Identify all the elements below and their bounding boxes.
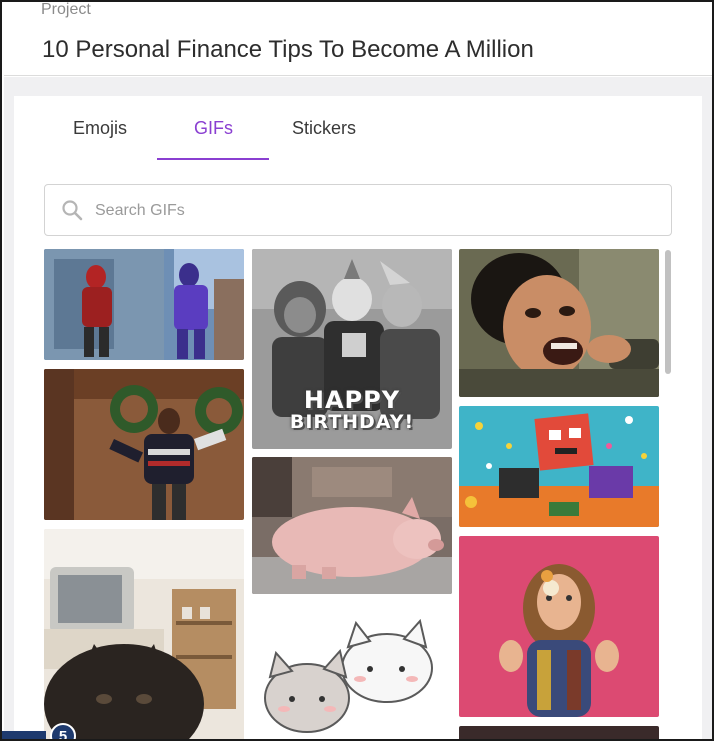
tab-stickers[interactable]: Stickers: [292, 118, 356, 162]
excited-man-gif: [459, 249, 659, 397]
confetti-robot-gif: [459, 406, 659, 527]
project-header: Project 10 Personal Finance Tips To Beco…: [4, 2, 712, 76]
search-icon: [61, 199, 83, 221]
gif-tile-cute-cats[interactable]: [252, 603, 452, 739]
superheroes-gif: [44, 249, 244, 360]
gif-tile-kitten-tv[interactable]: [44, 529, 244, 739]
woman-blowing-kiss-gif: [459, 536, 659, 717]
gif-caption-line1: HAPPY: [303, 386, 401, 414]
gif-grid-scrollbar[interactable]: [665, 250, 671, 374]
gif-tile-sleeping-pig[interactable]: [252, 457, 452, 594]
media-tabs: Emojis GIFs Stickers: [14, 96, 702, 162]
partial-gif: [459, 726, 659, 739]
tab-emojis[interactable]: Emojis: [73, 118, 127, 162]
badge-bar: [2, 731, 46, 739]
gif-tile-confetti-robot[interactable]: [459, 406, 659, 527]
page-badge: 5: [2, 723, 78, 739]
gif-caption-line2: BIRTHDAY!: [289, 411, 415, 433]
gif-tile-partial[interactable]: [459, 726, 659, 739]
gif-grid: HAPPY BIRTHDAY!: [14, 248, 702, 739]
dancing-man-sweater-gif: [44, 369, 244, 520]
gif-tile-happy-birthday[interactable]: HAPPY BIRTHDAY!: [252, 249, 452, 449]
media-picker-panel: Emojis GIFs Stickers Search GIFs HAPPY B…: [14, 96, 702, 739]
app-frame: Project 10 Personal Finance Tips To Beco…: [0, 0, 714, 741]
page-number-badge: 5: [50, 723, 76, 739]
project-title[interactable]: 10 Personal Finance Tips To Become A Mil…: [42, 36, 534, 64]
active-tab-indicator: [157, 158, 269, 160]
kitten-tv-gif: [44, 529, 244, 739]
gif-tile-dancing-man[interactable]: [44, 369, 244, 520]
sleeping-pig-gif: [252, 457, 452, 594]
tab-gifs[interactable]: GIFs: [194, 118, 233, 162]
project-label: Project: [41, 1, 91, 18]
gif-tile-superheroes[interactable]: [44, 249, 244, 360]
gif-tile-woman-blowing-kiss[interactable]: [459, 536, 659, 717]
gif-tile-excited-man[interactable]: [459, 249, 659, 397]
search-input[interactable]: [95, 198, 655, 224]
cute-cats-gif: [252, 603, 452, 739]
search-box[interactable]: [44, 184, 672, 236]
